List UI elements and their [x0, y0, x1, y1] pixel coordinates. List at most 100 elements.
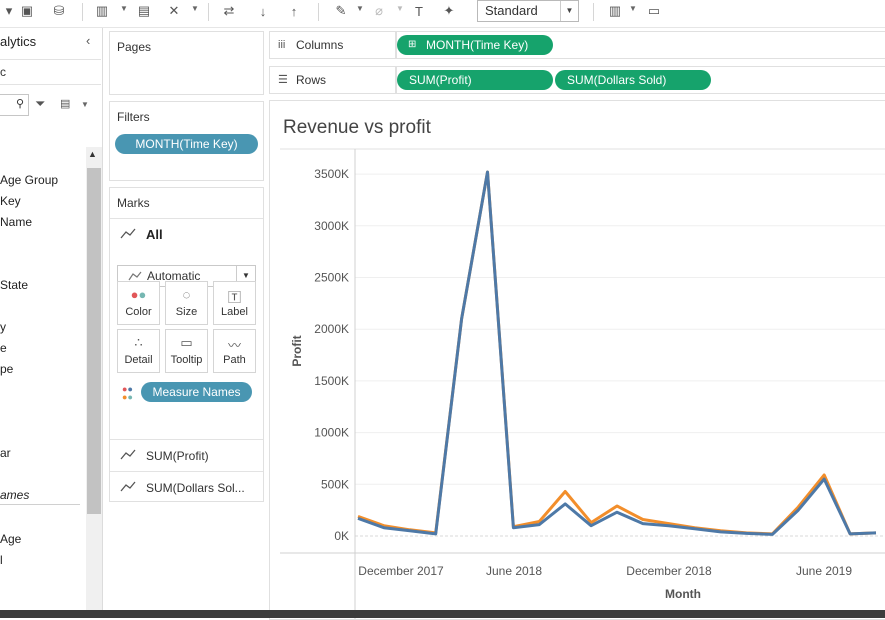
data-source-selector[interactable]: c [0, 59, 101, 85]
show-labels-icon[interactable]: T [410, 2, 428, 20]
y-tick-label: 1500K [314, 374, 349, 388]
x-tick-label: June 2018 [486, 564, 542, 578]
group-icon: ⌀ [375, 3, 383, 18]
view-options-caret-icon[interactable]: ▼ [81, 100, 89, 109]
series-line-profit[interactable] [357, 170, 877, 536]
show-me-icon[interactable]: ▥ [606, 2, 624, 20]
size-icon: ◌ [182, 287, 191, 302]
y-tick-label: 0K [334, 529, 349, 543]
y-axis-title: Profit [290, 335, 304, 366]
rows-icon: ☰ [278, 74, 288, 86]
pages-card[interactable]: Pages [109, 31, 264, 95]
field-item[interactable]: e [0, 341, 7, 355]
search-field[interactable]: ⚲ [0, 94, 29, 116]
status-bar [0, 610, 885, 618]
y-tick-label: 3500K [314, 167, 349, 181]
highlight-icon[interactable]: ✎ [332, 2, 350, 20]
y-tick-label: 2000K [314, 322, 349, 336]
rows-drop-zone[interactable]: SUM(Profit) SUM(Dollars Sold) [396, 66, 885, 94]
filter-pill-month[interactable]: MONTH(Time Key) [115, 134, 258, 154]
highlight-caret-icon[interactable]: ▼ [356, 4, 364, 13]
detail-button[interactable]: ∴ Detail [117, 329, 160, 373]
measure-row-label: SUM(Profit) [146, 449, 209, 463]
duplicate-icon[interactable]: ▤ [135, 2, 153, 20]
marks-all-label: All [146, 227, 163, 242]
columns-pill-month[interactable]: ⊞ MONTH(Time Key) [397, 35, 553, 55]
field-item[interactable]: State [0, 278, 28, 292]
sort-descending-icon[interactable]: ↑ [285, 2, 303, 20]
divider [0, 504, 80, 505]
x-axis-title: Month [665, 587, 701, 601]
label-button[interactable]: 🅃 Label [213, 281, 256, 325]
pages-title: Pages [117, 40, 152, 54]
fix-axes-icon[interactable]: ✦ [440, 2, 458, 20]
sort-ascending-icon[interactable]: ↓ [254, 2, 272, 20]
columns-shelf: iii Columns ⊞ MONTH(Time Key) [269, 31, 885, 59]
color-legend-icon: ●● ●● [122, 384, 133, 402]
filters-title: Filters [117, 110, 150, 124]
line-mark-icon [120, 228, 136, 239]
measure-row-dollars-sold[interactable]: SUM(Dollars Sol... [110, 471, 263, 502]
rows-shelf: ☰ Rows SUM(Profit) SUM(Dollars Sold) [269, 66, 885, 94]
viz-card: Revenue vs profit 0K 500K 1000K 1500K 2000K 2… [269, 100, 885, 620]
columns-icon: iii [278, 39, 286, 51]
data-source-name[interactable]: alytics [0, 34, 36, 49]
line-mark-icon [128, 271, 142, 281]
y-tick-label: 500K [321, 477, 349, 491]
marks-all-row[interactable]: All [110, 218, 263, 251]
arrow-icon[interactable]: ▾ [0, 2, 18, 20]
scroll-up-icon[interactable]: ▲ [88, 149, 97, 159]
clear-caret-icon[interactable]: ▼ [191, 4, 199, 13]
show-me-caret-icon[interactable]: ▼ [629, 4, 637, 13]
path-label: Path [223, 354, 246, 366]
tooltip-button[interactable]: ▭ Tooltip [165, 329, 208, 373]
new-worksheet-caret-icon[interactable]: ▼ [120, 4, 128, 13]
path-button[interactable]: 〰 Path [213, 329, 256, 373]
view-size-select[interactable]: Standard ▼ [477, 0, 579, 22]
save-icon[interactable]: ▣ [18, 2, 36, 20]
size-button[interactable]: ◌ Size [165, 281, 208, 325]
field-item[interactable]: y [0, 320, 6, 334]
scrollbar-thumb[interactable] [87, 168, 101, 514]
filters-card[interactable]: Filters MONTH(Time Key) [109, 101, 264, 181]
view-size-label: Standard [485, 3, 538, 18]
expand-icon[interactable]: ⊞ [408, 35, 416, 55]
new-data-source-icon[interactable]: ⛁ [50, 2, 68, 20]
search-icon[interactable]: ⚲ [16, 97, 24, 110]
marks-card: Marks All Automatic ▼ ●● Color ◌ Size 🅃 … [109, 187, 264, 502]
collapse-icon[interactable]: ‹ [86, 33, 90, 48]
measure-row-profit[interactable]: SUM(Profit) [110, 439, 263, 471]
field-item[interactable]: l [0, 553, 3, 567]
tooltip-label: Tooltip [170, 354, 203, 366]
filter-icon[interactable]: ⏷ [35, 96, 45, 112]
line-mark-icon [120, 481, 136, 492]
swap-icon[interactable]: ⇄ [220, 2, 238, 20]
x-tick-label: December 2017 [358, 564, 444, 578]
line-chart: 0K 500K 1000K 1500K 2000K 2500K 3000K 3500K Dece… [280, 148, 885, 619]
data-source-text: c [0, 65, 6, 79]
field-item[interactable]: pe [0, 362, 13, 376]
line-mark-icon [120, 449, 136, 460]
field-item[interactable]: ar [0, 446, 11, 460]
rows-pill-dollars-sold[interactable]: SUM(Dollars Sold) [555, 70, 711, 90]
field-item[interactable]: Age [0, 532, 21, 546]
field-item[interactable]: Name [0, 215, 32, 229]
view-options-icon[interactable]: ▤ [60, 97, 70, 110]
chevron-down-icon[interactable]: ▼ [560, 1, 578, 21]
color-button[interactable]: ●● Color [117, 281, 160, 325]
clear-sheet-icon[interactable]: ✕ [165, 2, 183, 20]
presentation-icon[interactable]: ▭ [645, 2, 663, 20]
label-icon: 🅃 [227, 290, 241, 305]
field-item[interactable]: Age Group [0, 173, 58, 187]
columns-drop-zone[interactable]: ⊞ MONTH(Time Key) [396, 31, 885, 59]
data-pane: alytics ‹ c ⚲ ⏷ ▤ ▼ Age Group Key Name S… [0, 28, 103, 610]
field-item[interactable]: ames [0, 488, 29, 502]
new-worksheet-icon[interactable]: ▥ [93, 2, 111, 20]
field-item[interactable]: Key [0, 194, 21, 208]
rows-pill-profit[interactable]: SUM(Profit) [397, 70, 553, 90]
rows-shelf-label: ☰ Rows [269, 66, 396, 94]
detail-icon: ∴ [134, 335, 143, 350]
measure-names-pill[interactable]: Measure Names [141, 382, 252, 402]
marks-title: Marks [117, 196, 150, 210]
y-tick-label: 1000K [314, 426, 349, 440]
